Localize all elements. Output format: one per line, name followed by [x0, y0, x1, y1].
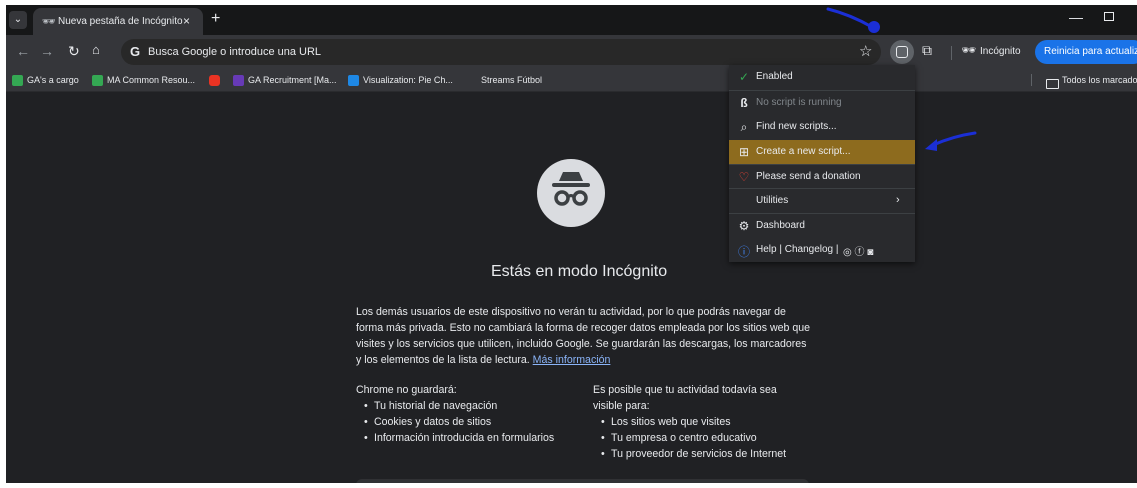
tampermonkey-extension-icon[interactable]: [890, 40, 914, 64]
not-saved-heading: Chrome no guardará:: [356, 384, 457, 396]
heart-icon: ♡: [738, 170, 750, 184]
menu-item-utilities[interactable]: Utilities ›: [729, 189, 915, 213]
bookmark-star-icon[interactable]: ☆: [859, 42, 872, 60]
menu-item-create-script[interactable]: ⊞ Create a new script...: [729, 140, 915, 164]
incognito-icon: 🕶: [42, 16, 56, 28]
gear-icon: ⚙: [738, 219, 750, 233]
bookmarks-bar: GA's a cargo MA Common Resou... GA Recru…: [6, 69, 1137, 92]
bookmark-favicon-icon: [348, 75, 359, 86]
extension-menu: ✓ Enabled ß No script is running ⌕ Find …: [729, 65, 915, 262]
reload-icon[interactable]: ↻: [68, 43, 80, 60]
annotation-arrow-icon: [925, 131, 977, 151]
menu-item-help[interactable]: ⓘ Help | Changelog | ◎ ⓕ ◙: [729, 238, 915, 262]
list-item: Tu proveedor de servicios de Internet: [601, 446, 808, 462]
tab-incognito[interactable]: 🕶 Nueva pestaña de Incógnito ×: [33, 8, 203, 35]
menu-item-find-scripts[interactable]: ⌕ Find new scripts...: [729, 115, 915, 139]
list-item: Tu historial de navegación: [364, 398, 576, 414]
menu-item-no-script: ß No script is running: [729, 91, 915, 115]
plus-square-icon: ⊞: [738, 145, 750, 159]
check-icon: ✓: [738, 70, 750, 84]
toolbar: ← → ↻ ⌂ G Busca Google o introduce una U…: [6, 35, 1137, 69]
page-title: Estás en modo Incógnito: [491, 263, 668, 280]
toolbar-divider: [951, 46, 952, 60]
relaunch-label: Reinicia para actualizar: [1044, 46, 1137, 57]
bookmark-favicon-icon: [233, 75, 244, 86]
extensions-puzzle-icon[interactable]: ⧉: [922, 42, 932, 59]
cookie-controls-card: [356, 479, 809, 483]
incognito-hero-icon: [537, 159, 605, 227]
google-icon: G: [130, 44, 141, 59]
minimize-button[interactable]: —: [1069, 9, 1083, 25]
chevron-right-icon: ›: [896, 194, 900, 206]
list-item: Información introducida en formularios: [364, 430, 576, 446]
forward-icon[interactable]: →: [40, 43, 54, 59]
bookmark-favicon-icon: [92, 75, 103, 86]
browser-window: ⌄ 🕶 Nueva pestaña de Incógnito × + — ← →…: [6, 5, 1137, 483]
tab-search-button[interactable]: ⌄: [9, 11, 27, 29]
script-icon: ß: [740, 96, 748, 110]
list-item: Cookies y datos de sitios: [364, 414, 576, 430]
bookmarks-divider: [1031, 74, 1032, 86]
youtube-icon: [209, 75, 220, 86]
tab-close-icon[interactable]: ×: [183, 14, 190, 28]
home-icon[interactable]: ⌂: [92, 42, 100, 57]
bookmark-favicon-icon: [12, 75, 23, 86]
learn-more-link[interactable]: Más información: [533, 354, 611, 366]
menu-item-enabled[interactable]: ✓ Enabled: [729, 65, 915, 89]
social-icons[interactable]: ◎ ⓕ ◙: [843, 243, 873, 258]
menu-item-donate[interactable]: ♡ Please send a donation: [729, 165, 915, 189]
new-tab-button[interactable]: +: [211, 10, 220, 28]
menu-item-dashboard[interactable]: ⚙ Dashboard: [729, 214, 915, 238]
incognito-icon: 🕶: [961, 43, 977, 57]
visible-to-heading: Es posible que tu actividad todavía sea …: [593, 384, 777, 412]
restore-button[interactable]: [1104, 12, 1114, 21]
omnibox-placeholder: Busca Google o introduce una URL: [148, 46, 322, 58]
relaunch-button[interactable]: Reinicia para actualizar: [1035, 40, 1137, 64]
omnibox[interactable]: G Busca Google o introduce una URL ☆: [121, 39, 881, 65]
list-item: Los sitios web que visites: [601, 414, 808, 430]
tab-strip: ⌄ 🕶 Nueva pestaña de Incógnito × + —: [6, 5, 1137, 35]
back-icon[interactable]: ←: [16, 43, 30, 59]
tab-title: Nueva pestaña de Incógnito: [58, 16, 183, 27]
search-icon: ⌕: [740, 120, 748, 134]
annotation-arrow-icon: [826, 7, 880, 33]
list-item: Tu empresa o centro educativo: [601, 430, 808, 446]
incognito-label: Incógnito: [980, 46, 1021, 57]
not-saved-section: Chrome no guardará: Tu historial de nave…: [356, 382, 576, 446]
incognito-description: Los demás usuarios de este dispositivo n…: [356, 306, 810, 366]
visible-to-section: Es posible que tu actividad todavía sea …: [593, 382, 808, 462]
folder-icon: [1046, 79, 1059, 89]
info-icon: ⓘ: [737, 245, 750, 259]
